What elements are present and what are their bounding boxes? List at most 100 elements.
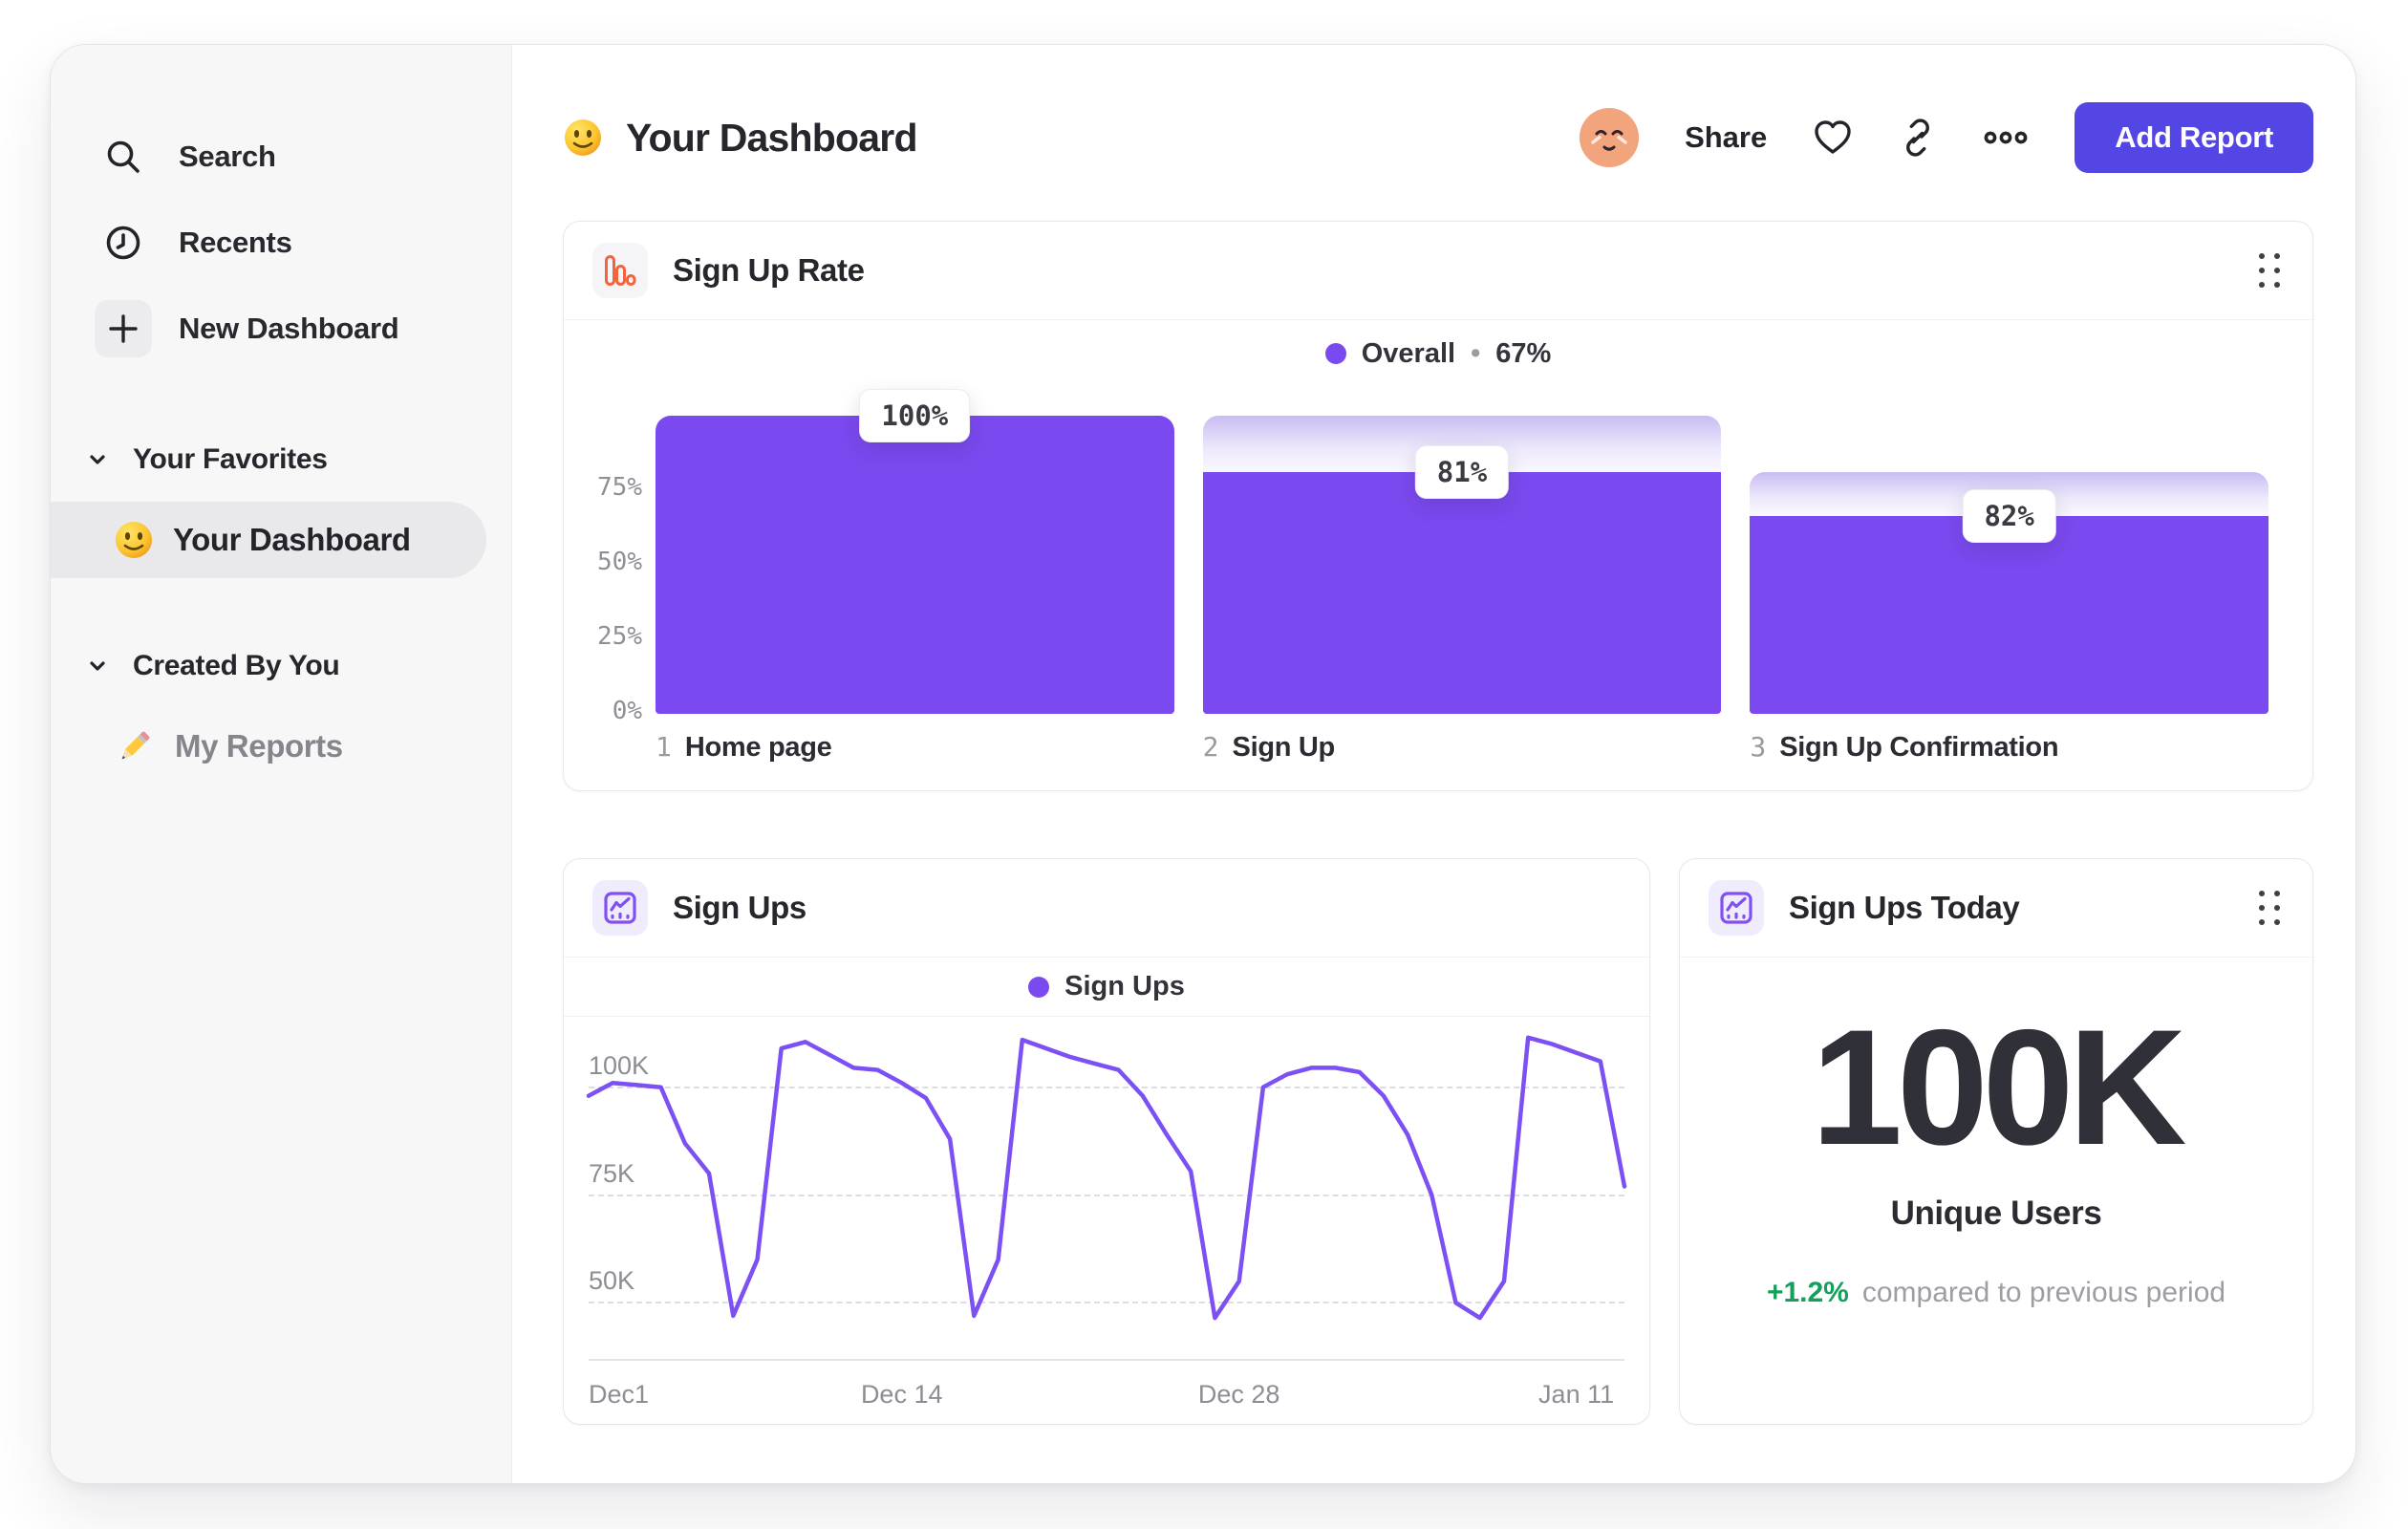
sign-ups-today-card: Sign Ups Today 100K Unique Users +1.2% c… [1679,858,2313,1425]
funnel-step-number: 3 [1750,731,1767,763]
funnel-chart-icon [592,243,648,298]
funnel-y-tick: 75% [597,473,642,502]
line-plot-area[interactable]: 100K 75K 50K [586,1023,1627,1359]
line-chart-icon [1709,880,1764,936]
funnel-step-name: Home page [684,732,832,763]
sidebar-item-recents[interactable]: Recents [51,200,511,286]
metric-body: 100K Unique Users +1.2% compared to prev… [1680,958,2312,1424]
card-title: Sign Ups Today [1789,890,2020,925]
favorite-heart-icon[interactable] [1813,118,1853,157]
page-title: Your Dashboard [626,115,918,160]
sidebar-item-label: Your Dashboard [173,522,411,557]
funnel-step-name: Sign Up [1232,732,1336,763]
sidebar-item-my-reports[interactable]: My Reports [51,708,486,785]
sidebar: Search Recents New Dashboard Your Favori… [51,45,512,1483]
legend-dot [1324,343,1346,364]
sidebar-item-label: My Reports [175,728,343,764]
delta-note: compared to previous period [1861,1277,2226,1308]
more-options-icon[interactable] [1983,128,2029,147]
sidebar-item-label: Search [179,140,276,173]
funnel-step-number: 1 [656,731,672,763]
line-x-tick: Dec 28 [1197,1380,1280,1409]
dashboard-header: Your Dashboard Share Add Report [563,97,2313,179]
plus-icon [95,300,152,357]
funnel-legend: Overall • 67% [564,320,2312,387]
card-title: Sign Up Rate [673,252,865,288]
copy-link-icon[interactable] [1899,118,1937,157]
share-button[interactable]: Share [1685,120,1767,155]
created-by-you-header[interactable]: Created By You [51,637,511,695]
sidebar-item-label: New Dashboard [179,312,399,345]
funnel-step-label: 1 Home page [656,731,1174,764]
funnel-bar-sign-up-confirmation[interactable]: 82% [1750,416,2269,714]
funnel-chart: 75% 50% 25% 0% 100% 81% 82% [564,387,2312,725]
sidebar-item-search[interactable]: Search [51,114,511,200]
funnel-y-axis: 75% 50% 25% 0% [581,416,642,725]
funnel-step-label: 3 Sign Up Confirmation [1750,731,2268,764]
sign-ups-header: Sign Ups [564,859,1649,958]
funnel-bar-fill [1750,515,2269,714]
sign-up-rate-header: Sign Up Rate [564,222,2312,320]
line-legend: Sign Ups [564,958,1649,1017]
legend-dot [1028,976,1050,998]
sign-up-rate-card: Sign Up Rate Overall • 67% 75% 50% 25% 0% 1… [563,221,2313,791]
header-controls: Share Add Report [1580,102,2313,173]
legend-value: 67% [1495,337,1552,369]
funnel-step-name: Sign Up Confirmation [1779,732,2059,763]
sidebar-section-created-by-you: Created By You My Reports [51,637,511,785]
title-group: Your Dashboard [563,115,918,161]
sign-ups-card: Sign Ups Sign Ups 100K 75K 50K Dec1 Dec 14 D… [563,858,1650,1425]
funnel-y-tick: 0% [612,697,642,725]
add-report-button[interactable]: Add Report [2075,102,2313,173]
section-title: Your Favorites [133,443,328,475]
your-favorites-header[interactable]: Your Favorites [51,431,511,488]
chevron-down-icon [90,455,105,464]
line-x-axis: Dec1 Dec 14 Dec 28 Jan 11 [589,1359,1624,1424]
funnel-bar-tooltip: 100% [859,389,971,442]
sign-ups-today-header: Sign Ups Today [1680,859,2312,958]
metric-delta: +1.2% compared to previous period [1767,1277,2225,1309]
metric-label: Unique Users [1890,1195,2102,1232]
funnel-step-number: 2 [1202,731,1219,763]
legend-separator: • [1471,337,1481,369]
sidebar-item-your-dashboard[interactable]: Your Dashboard [51,502,486,578]
section-title: Created By You [133,650,340,681]
clock-icon [95,214,152,271]
funnel-bar-fill [656,416,1174,714]
sign-ups-series-line [586,1035,1627,1321]
line-chart: 100K 75K 50K Dec1 Dec 14 Dec 28 Jan 11 [564,1017,1649,1424]
main-content: Your Dashboard Share Add Report Sign Up … [512,45,2355,1483]
app-window: Search Recents New Dashboard Your Favori… [50,44,2356,1484]
slightly-smiling-face-emoji-icon [565,119,601,156]
search-icon [95,128,152,185]
legend-label: Sign Ups [1064,971,1185,1001]
line-x-tick: Dec1 [589,1380,650,1409]
line-x-tick: Dec 14 [860,1380,943,1409]
drag-handle-icon[interactable] [2259,253,2280,288]
card-title: Sign Ups [673,890,806,925]
funnel-bar-tooltip: 81% [1414,445,1510,500]
sidebar-item-label: Recents [179,226,292,259]
funnel-bar-tooltip: 82% [1962,488,2056,543]
user-avatar[interactable] [1580,108,1640,167]
metric-value: 100K [1811,996,2186,1179]
chevron-down-icon [90,661,105,671]
funnel-y-tick: 25% [597,622,642,651]
funnel-bar-home-page[interactable]: 100% [656,389,1174,714]
slightly-smiling-face-emoji-icon [116,522,152,558]
funnel-y-tick: 50% [597,548,642,576]
sidebar-section-your-favorites: Your Favorites Your Dashboard [51,431,511,578]
funnel-bar-fill [1202,472,1722,714]
dashboard-row-2: Sign Ups Sign Ups 100K 75K 50K Dec1 Dec 14 D… [563,858,2313,1425]
funnel-bars: 100% 81% 82% [656,389,2269,714]
line-x-tick: Jan 11 [1538,1380,1615,1409]
sidebar-item-new-dashboard[interactable]: New Dashboard [51,286,511,372]
funnel-bar-sign-up[interactable]: 81% [1202,416,1722,714]
funnel-x-labels: 1 Home page 2 Sign Up 3 Sign Up Confirmation [564,714,2312,790]
legend-label: Overall [1361,337,1456,369]
drag-handle-icon[interactable] [2259,891,2280,925]
line-chart-icon [592,880,648,936]
delta-value: +1.2% [1766,1277,1849,1308]
pencil-emoji-icon [121,731,150,760]
funnel-step-label: 2 Sign Up [1203,731,1722,764]
